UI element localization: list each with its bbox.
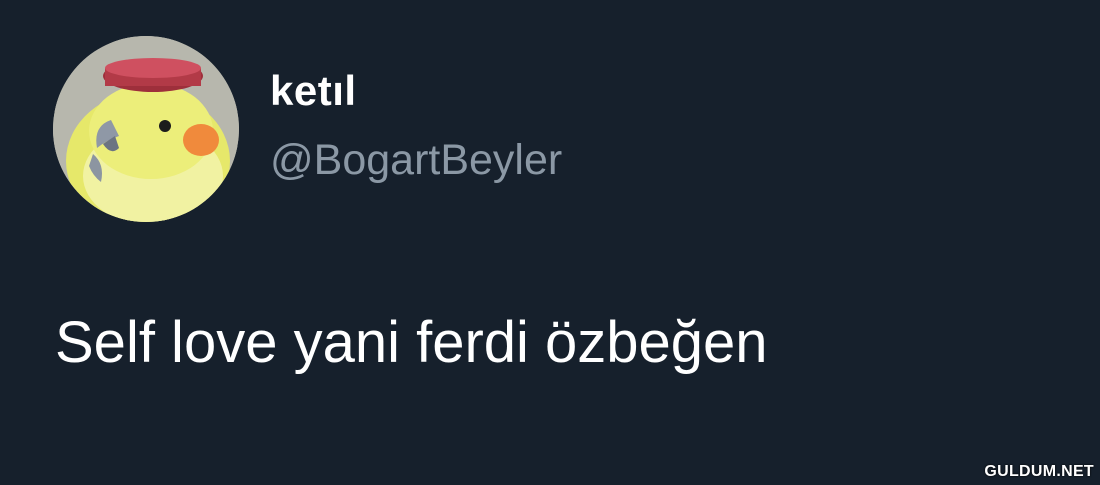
user-handle[interactable]: @BogartBeyler: [270, 139, 562, 182]
tweet-text: Self love yani ferdi özbeğen: [55, 310, 768, 375]
cockatiel-avatar-icon: [53, 36, 239, 222]
avatar[interactable]: [53, 36, 239, 222]
watermark: GULDUM.NET: [984, 463, 1094, 480]
tweet-card: ketıl @BogartBeyler Self love yani ferdi…: [0, 0, 1100, 485]
display-name[interactable]: ketıl: [270, 70, 357, 112]
